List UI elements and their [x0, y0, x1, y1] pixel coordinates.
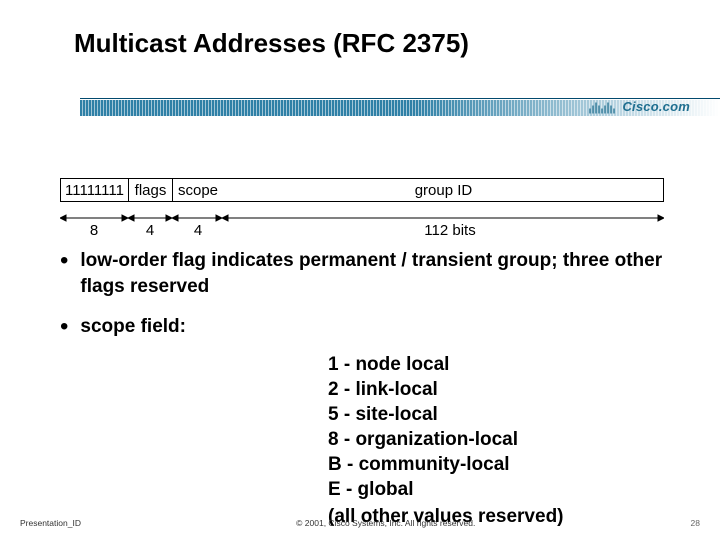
width-arrow-icon [128, 214, 172, 222]
presentation-id: Presentation_ID [20, 518, 81, 528]
width-label: 8 [64, 222, 124, 239]
scope-value: B - community-local [328, 452, 564, 477]
page-number: 28 [691, 518, 700, 528]
slide: Multicast Addresses (RFC 2375) Cis [0, 0, 720, 540]
scope-value: E - global [328, 477, 564, 502]
copyright: © 2001, Cisco Systems, Inc. All rights r… [296, 518, 475, 528]
field-flags: flags [129, 179, 173, 201]
brand-name: Cisco.com [622, 99, 690, 114]
scope-value: 5 - site-local [328, 402, 564, 427]
footer: Presentation_ID © 2001, Cisco Systems, I… [20, 518, 700, 528]
brand-logo: Cisco.com [588, 98, 690, 115]
page-title: Multicast Addresses (RFC 2375) [74, 28, 469, 59]
bullet-list: • low-order flag indicates permanent / t… [60, 248, 680, 354]
scope-value: 8 - organization-local [328, 427, 564, 452]
scope-value: 2 - link-local [328, 377, 564, 402]
width-label: 4 [168, 222, 228, 239]
diagram-fields-row: 11111111 flags scope group ID [60, 178, 664, 202]
diagram-widths-row: 8 4 4 112 bits [60, 208, 664, 238]
bullet-text: scope field: [80, 314, 186, 340]
width-arrow-icon [172, 214, 222, 222]
bullet-dot-icon: • [60, 248, 68, 274]
bullet-dot-icon: • [60, 314, 68, 340]
address-diagram: 11111111 flags scope group ID [60, 178, 664, 252]
bullet-text: low-order flag indicates permanent / tra… [80, 248, 680, 300]
width-arrow-icon [60, 214, 128, 222]
bullet-item: • low-order flag indicates permanent / t… [60, 248, 680, 300]
scope-value: 1 - node local [328, 352, 564, 377]
width-label: 112 bits [390, 222, 510, 239]
width-arrow-icon [222, 214, 664, 222]
field-group-id: group ID [223, 179, 664, 201]
bullet-item: • scope field: 1 - node local 2 - link-l… [60, 314, 680, 340]
field-scope: scope [173, 179, 223, 201]
scope-values: 1 - node local 2 - link-local 5 - site-l… [328, 352, 564, 529]
field-prefix: 11111111 [61, 179, 129, 201]
cisco-bars-icon [588, 99, 616, 115]
